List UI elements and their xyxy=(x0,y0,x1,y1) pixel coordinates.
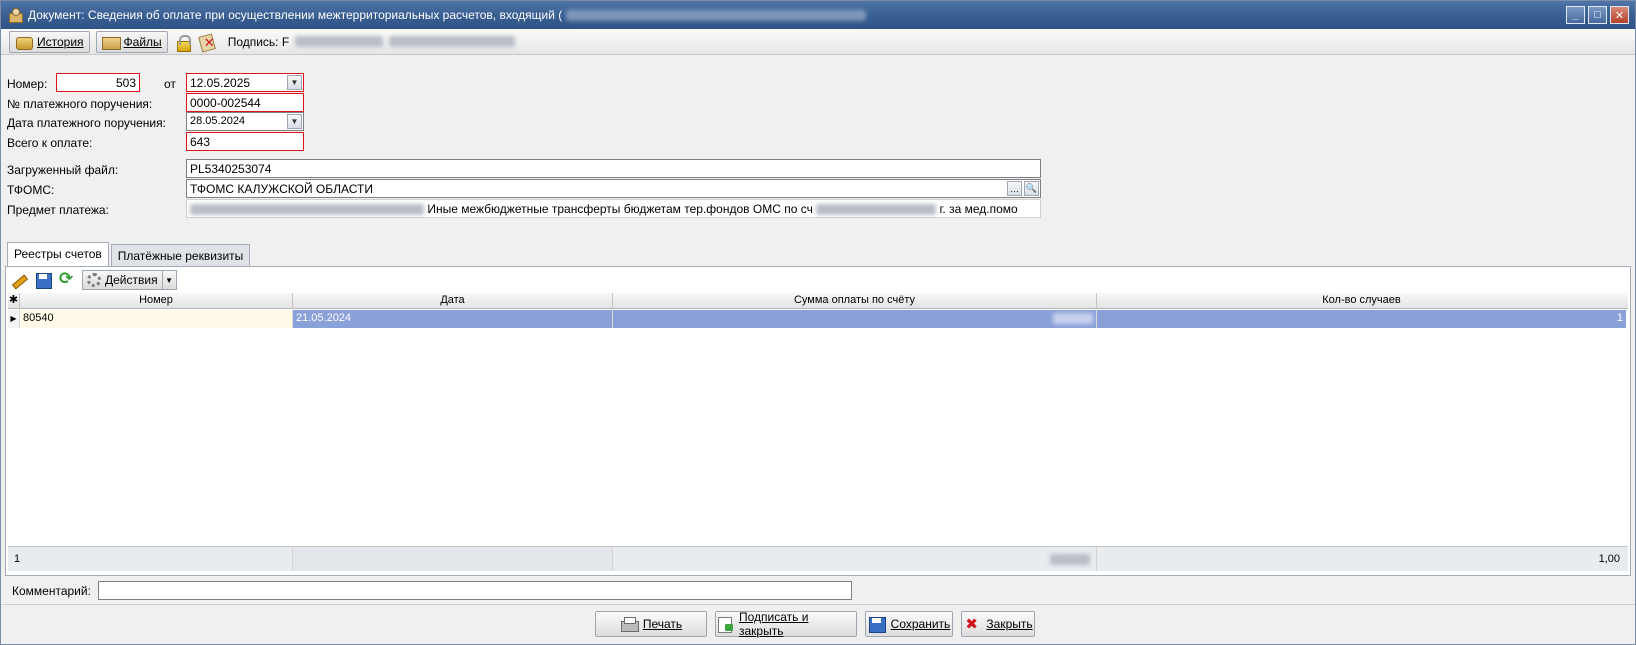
payorder-date-label: Дата платежного поручения: xyxy=(7,116,166,130)
history-button[interactable]: История xyxy=(9,30,90,53)
tfoms-value: ТФОМС КАЛУЖСКОЙ ОБЛАСТИ xyxy=(190,182,373,196)
minimize-button[interactable]: _ xyxy=(1566,6,1585,24)
subject-redacted-1 xyxy=(190,204,424,216)
close-label: Закрыть xyxy=(986,617,1033,631)
edit-icon[interactable] xyxy=(10,271,28,289)
column-header-cases[interactable]: Кол-во случаев xyxy=(1097,293,1626,308)
files-label: Файлы xyxy=(123,34,162,49)
footer-amount xyxy=(613,547,1097,571)
history-label: История xyxy=(37,34,84,49)
grid-footer: 1 1,00 xyxy=(8,546,1628,571)
loaded-file-label: Загруженный файл: xyxy=(7,163,119,177)
footer-date xyxy=(293,547,613,571)
sign-document-icon xyxy=(716,616,734,633)
files-icon xyxy=(101,34,121,50)
footer-amount-redacted xyxy=(1050,554,1090,565)
tfoms-label: ТФОМС: xyxy=(7,183,55,197)
title-bar: Документ: Сведения об оплате при осущест… xyxy=(1,1,1635,29)
footer-count: 1 xyxy=(8,547,293,571)
signature-label: Подпись: F xyxy=(227,34,290,49)
close-icon xyxy=(963,615,981,633)
history-icon xyxy=(15,34,33,50)
chevron-down-icon[interactable]: ▼ xyxy=(161,271,176,289)
cell-amount[interactable] xyxy=(613,310,1097,328)
signature-redacted-2 xyxy=(389,36,516,47)
sign-and-close-button[interactable]: Подписать и закрыть xyxy=(715,610,857,638)
signature-redacted xyxy=(295,36,384,47)
document-form: Номер: 503 от 12.05.2025 ▼ № платежного … xyxy=(1,56,1635,226)
from-label: от xyxy=(164,77,176,91)
number-field[interactable]: 503 xyxy=(56,73,140,92)
column-header-date[interactable]: Дата xyxy=(293,293,613,308)
table-row[interactable]: ▶ 80540 21.05.2024 1 xyxy=(8,310,1628,328)
total-field[interactable]: 643 xyxy=(186,132,304,151)
actions-label: Действия xyxy=(105,273,158,287)
footer-cases-total: 1,00 xyxy=(1598,553,1620,565)
save-icon[interactable] xyxy=(34,271,52,289)
tfoms-field[interactable]: ТФОМС КАЛУЖСКОЙ ОБЛАСТИ … 🔍 xyxy=(186,179,1041,198)
comment-label: Комментарий: xyxy=(12,584,91,598)
number-label: Номер: xyxy=(7,77,48,91)
payorder-date-dropdown-button[interactable]: ▼ xyxy=(287,114,302,129)
subject-field[interactable]: Иные межбюджетные трансферты бюджетам те… xyxy=(186,199,1041,218)
print-button[interactable]: Печать xyxy=(595,611,707,637)
payorder-number-label: № платежного поручения: xyxy=(7,97,153,111)
close-window-button[interactable]: ✕ xyxy=(1610,6,1629,24)
date-dropdown-button[interactable]: ▼ xyxy=(287,75,302,90)
tab-registers[interactable]: Реестры счетов xyxy=(7,242,109,266)
comment-input[interactable] xyxy=(98,581,852,600)
amount-redacted xyxy=(1053,313,1093,324)
close-button[interactable]: Закрыть xyxy=(961,611,1035,637)
payorder-number-field[interactable]: 0000-002544 xyxy=(186,93,304,112)
save-button[interactable]: Сохранить xyxy=(865,611,953,637)
remove-signature-icon[interactable] xyxy=(198,34,216,51)
tfoms-search-icon[interactable]: 🔍 xyxy=(1024,181,1039,196)
refresh-icon[interactable] xyxy=(58,269,76,289)
tab-strip: Реестры счетов Платёжные реквизиты xyxy=(7,242,251,266)
subject-value-part1: Иные межбюджетные трансферты бюджетам те… xyxy=(427,202,813,216)
grid-toolbar: Действия ▼ xyxy=(10,269,177,291)
registers-grid: ✱ Номер Дата Сумма оплаты по счёту Кол-в… xyxy=(8,293,1628,573)
bottom-button-bar: Печать Подписать и закрыть Сохранить Зак… xyxy=(1,604,1635,642)
subject-label: Предмет платежа: xyxy=(7,203,109,217)
grid-header: ✱ Номер Дата Сумма оплаты по счёту Кол-в… xyxy=(8,293,1628,309)
maximize-button[interactable]: □ xyxy=(1588,6,1607,24)
tab-payment-details[interactable]: Платёжные реквизиты xyxy=(110,244,251,266)
row-indicator-header: ✱ xyxy=(8,293,20,308)
cell-cases[interactable]: 1 xyxy=(1097,310,1626,328)
subject-redacted-2 xyxy=(816,204,937,216)
window-title: Документ: Сведения об оплате при осущест… xyxy=(28,8,563,22)
comment-row: Комментарий: xyxy=(5,579,1631,603)
lock-icon[interactable] xyxy=(174,34,192,52)
registers-panel: Действия ▼ ✱ Номер Дата Сумма оплаты по … xyxy=(5,266,1631,576)
document-toolbar: История Файлы Подпись: F xyxy=(1,29,1635,55)
gear-icon xyxy=(87,273,101,287)
row-pointer-icon: ▶ xyxy=(8,310,20,328)
subject-value-part2: г. за мед.помо xyxy=(939,202,1018,216)
total-label: Всего к оплате: xyxy=(7,136,93,150)
payorder-date-value: 28.05.2024 xyxy=(190,115,246,127)
print-label: Печать xyxy=(642,617,683,631)
column-header-amount[interactable]: Сумма оплаты по счёту xyxy=(613,293,1097,308)
cell-number[interactable]: 80540 xyxy=(20,310,293,328)
cell-date[interactable]: 21.05.2024 xyxy=(293,310,613,328)
loaded-file-field[interactable]: PL5340253074 xyxy=(186,159,1041,178)
date-field[interactable]: 12.05.2025 ▼ xyxy=(186,73,304,92)
floppy-disk-icon xyxy=(868,616,886,633)
payorder-date-field[interactable]: 28.05.2024 ▼ xyxy=(186,112,304,131)
document-app-icon xyxy=(7,7,23,23)
files-button[interactable]: Файлы xyxy=(95,30,168,53)
date-value: 12.05.2025 xyxy=(190,76,251,90)
document-window: Документ: Сведения об оплате при осущест… xyxy=(0,0,1636,645)
tfoms-browse-button[interactable]: … xyxy=(1007,181,1022,196)
save-label: Сохранить xyxy=(890,617,951,631)
printer-icon xyxy=(620,616,639,632)
column-header-number[interactable]: Номер xyxy=(20,293,293,308)
title-redacted xyxy=(566,9,867,21)
actions-button[interactable]: Действия ▼ xyxy=(82,270,177,290)
sign-and-close-label: Подписать и закрыть xyxy=(738,610,809,638)
